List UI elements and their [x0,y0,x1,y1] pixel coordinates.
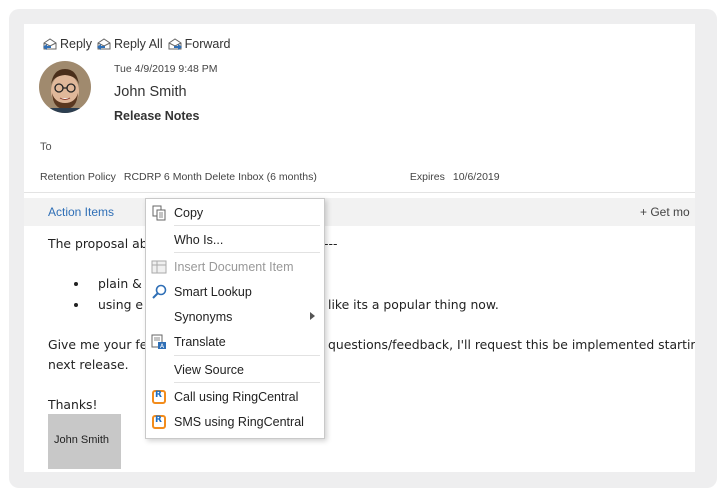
translate-icon: A [151,334,167,350]
expires-label: Expires [409,171,445,183]
menu-item-view-source[interactable]: View Source [146,358,324,382]
message-date: Tue 4/9/2019 9:48 PM [114,63,218,75]
menu-separator [174,225,320,226]
insert-document-icon [151,259,167,275]
retention-label: Retention Policy [40,171,116,183]
smart-lookup-icon [151,284,167,300]
ringcentral-icon [151,414,167,430]
body-thanks: Thanks! [48,397,98,412]
retention-policy-row: Retention Policy RCDRP 6 Month Delete In… [40,171,500,183]
bullet-2-tail: like its a popular thing now. [328,297,499,312]
message-subject: Release Notes [114,109,200,123]
signature-image: John Smith [48,414,121,469]
bullet-dot [74,303,78,307]
menu-item-label: Call using RingCentral [174,390,299,404]
menu-separator [174,382,320,383]
bullet-1-text: plain & [98,276,142,291]
menu-item-sms-ringcentral[interactable]: SMS using RingCentral [146,410,324,434]
menu-item-smart-lookup[interactable]: Smart Lookup [146,280,324,304]
expires-date: 10/6/2019 [452,171,500,183]
menu-item-copy[interactable]: Copy [146,201,324,225]
reply-icon [42,37,58,51]
retention-policy: RCDRP 6 Month Delete Inbox (6 months) [123,171,317,183]
header-divider [24,192,695,193]
menu-item-insert-document-item[interactable]: Insert Document Item [146,255,324,279]
body-line-3: next release. [48,357,129,372]
forward-icon [167,37,183,51]
email-reading-pane: Reply Reply All Forward Tue 4/9/2019 9:4… [24,24,695,472]
menu-item-call-ringcentral[interactable]: Call using RingCentral [146,385,324,409]
ringcentral-icon [151,389,167,405]
body-line-2: Give me your fe [48,337,148,352]
bullet-2-text: using e [98,297,144,312]
menu-item-label: Translate [174,335,226,349]
body-line-1-tail: --- [324,236,338,251]
menu-item-synonyms[interactable]: Synonyms [146,305,324,329]
menu-item-label: Who Is... [174,233,224,247]
reply-all-button[interactable]: Reply All [96,37,163,51]
action-bar: Action Items + Get mo [24,198,695,226]
signature-name: John Smith [54,434,110,446]
bullet-dot [74,282,78,286]
reply-button[interactable]: Reply [42,37,92,51]
forward-label: Forward [184,37,231,51]
message-toolbar: Reply Reply All Forward [42,37,230,51]
copy-icon [151,205,167,221]
reply-all-icon [96,37,112,51]
to-label: To [40,141,52,153]
menu-item-label: SMS using RingCentral [174,415,304,429]
menu-separator [174,355,320,356]
menu-item-label: Smart Lookup [174,285,252,299]
menu-separator [174,252,320,253]
menu-item-label: Copy [174,206,204,220]
context-menu: Copy Who Is... Insert Document Item Smar… [145,198,325,439]
forward-button[interactable]: Forward [167,37,231,51]
chevron-right-icon [310,312,315,320]
get-more-addins-button[interactable]: + Get mo [640,205,690,219]
reply-label: Reply [60,37,92,51]
menu-item-label: View Source [174,363,244,377]
menu-item-label: Synonyms [174,310,233,324]
reply-all-label: Reply All [113,37,163,51]
body-line-1: The proposal ab [48,236,148,251]
sender-avatar[interactable] [39,61,91,113]
menu-item-who-is[interactable]: Who Is... [146,228,324,252]
action-items-link[interactable]: Action Items [48,205,114,219]
sender-name[interactable]: John Smith [114,84,187,100]
menu-item-translate[interactable]: A Translate [146,330,324,354]
menu-item-label: Insert Document Item [174,260,294,274]
body-line-2-tail: questions/feedback, I'll request this be… [328,337,695,352]
